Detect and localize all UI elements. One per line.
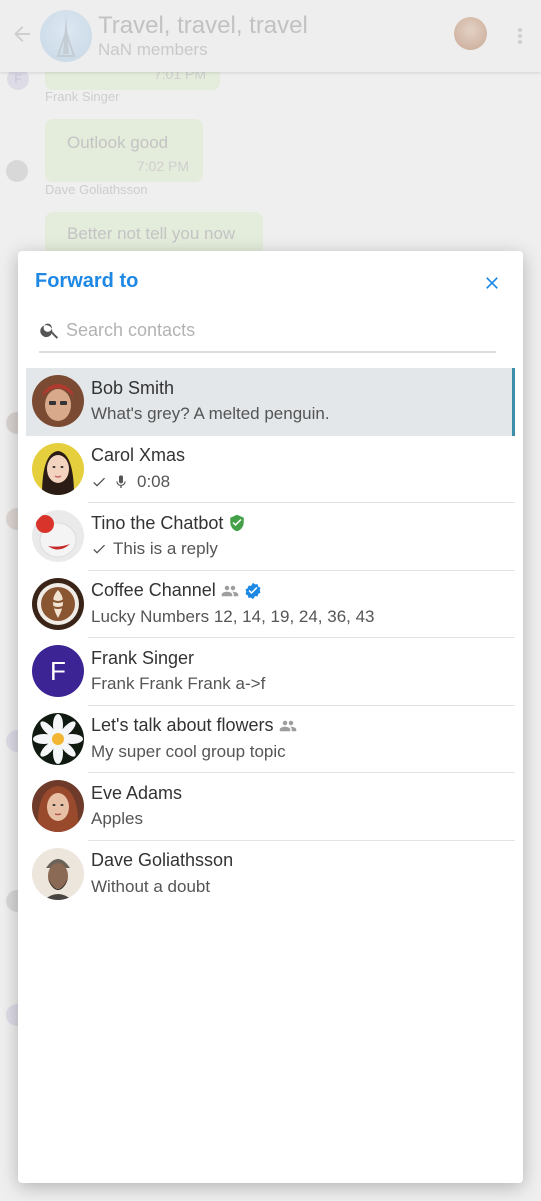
dialog-title: Forward to (35, 270, 139, 292)
contact-item-carol-xmas[interactable]: Carol Xmas 0:08 (26, 436, 515, 503)
group-icon (221, 585, 239, 596)
close-icon[interactable] (482, 273, 502, 293)
contact-last-message: Without a doubt (91, 876, 211, 896)
group-avatar[interactable] (40, 10, 92, 62)
contact-name: Carol Xmas (91, 445, 186, 465)
verified-shield-icon (230, 514, 245, 532)
check-icon (93, 477, 105, 487)
avatar (32, 577, 84, 630)
avatar (32, 712, 84, 765)
contact-last-message: This is a reply (113, 539, 218, 558)
microphone-icon (116, 474, 126, 488)
search-input[interactable] (66, 315, 486, 345)
contact-last-message: What's grey? A melted penguin. (91, 404, 330, 423)
contact-name: Let's talk about flowers (91, 715, 274, 735)
group-icon (279, 720, 296, 731)
avatar (32, 780, 84, 832)
contact-last-message: My super cool group topic (91, 741, 286, 761)
check-icon (93, 544, 105, 554)
message-sender: Dave Goliathsson (45, 182, 148, 197)
contact-item-dave-goliathsson[interactable]: Dave Goliathsson Without a doubt (26, 841, 515, 909)
contact-last-message: 0:08 (137, 471, 171, 491)
back-arrow-icon[interactable] (10, 22, 34, 46)
avatar: F (32, 645, 84, 697)
search-box (39, 315, 496, 353)
chat-header: Travel, travel, travel NaN members (0, 0, 541, 72)
avatar (32, 375, 84, 427)
contact-item-frank-singer[interactable]: F Frank Singer Frank Frank Frank a->f (26, 638, 515, 706)
avatar (32, 510, 84, 562)
contact-name: Coffee Channel (91, 580, 216, 600)
contact-item-flowers-group[interactable]: Let's talk about flowers My super cool g… (26, 706, 515, 773)
contact-last-message: Lucky Numbers 12, 14, 19, 24, 36, 43 (91, 606, 375, 626)
message-sender: Frank Singer (45, 89, 120, 104)
search-icon (40, 323, 59, 339)
chat-subtitle: NaN members (98, 40, 208, 59)
avatar (32, 442, 84, 495)
contact-last-message: Apples (91, 809, 143, 828)
chat-title: Travel, travel, travel (98, 12, 308, 39)
more-menu-icon[interactable] (514, 26, 526, 46)
verified-badge-icon (245, 582, 261, 599)
user-avatar[interactable] (454, 17, 487, 50)
contact-last-message: Frank Frank Frank a->f (91, 674, 266, 693)
contact-name: Bob Smith (91, 377, 175, 398)
contact-item-eve-adams[interactable]: Eve Adams Apples (26, 773, 515, 841)
contact-name: Dave Goliathsson (91, 850, 234, 870)
contact-list: Bob Smith What's grey? A melted penguin.… (26, 368, 515, 908)
avatar (32, 847, 84, 900)
forward-dialog: Forward to Bob Smith What's grey? A melt… (18, 251, 523, 1183)
avatar-letter: F (32, 645, 84, 697)
avatar (6, 160, 28, 182)
contact-item-bob-smith[interactable]: Bob Smith What's grey? A melted penguin. (26, 368, 515, 436)
contact-name: Eve Adams (91, 782, 183, 803)
eiffel-tower-icon (56, 16, 76, 57)
contact-item-tino-the-chatbot[interactable]: Tino the Chatbot This is a reply (26, 503, 515, 571)
message-bubble: Outlook good 7:02 PM (45, 119, 203, 182)
contact-name: Frank Singer (91, 647, 195, 668)
contact-item-coffee-channel[interactable]: Coffee Channel Lucky Numbers 12, 14, 19,… (26, 571, 515, 638)
contact-name: Tino the Chatbot (91, 512, 224, 533)
